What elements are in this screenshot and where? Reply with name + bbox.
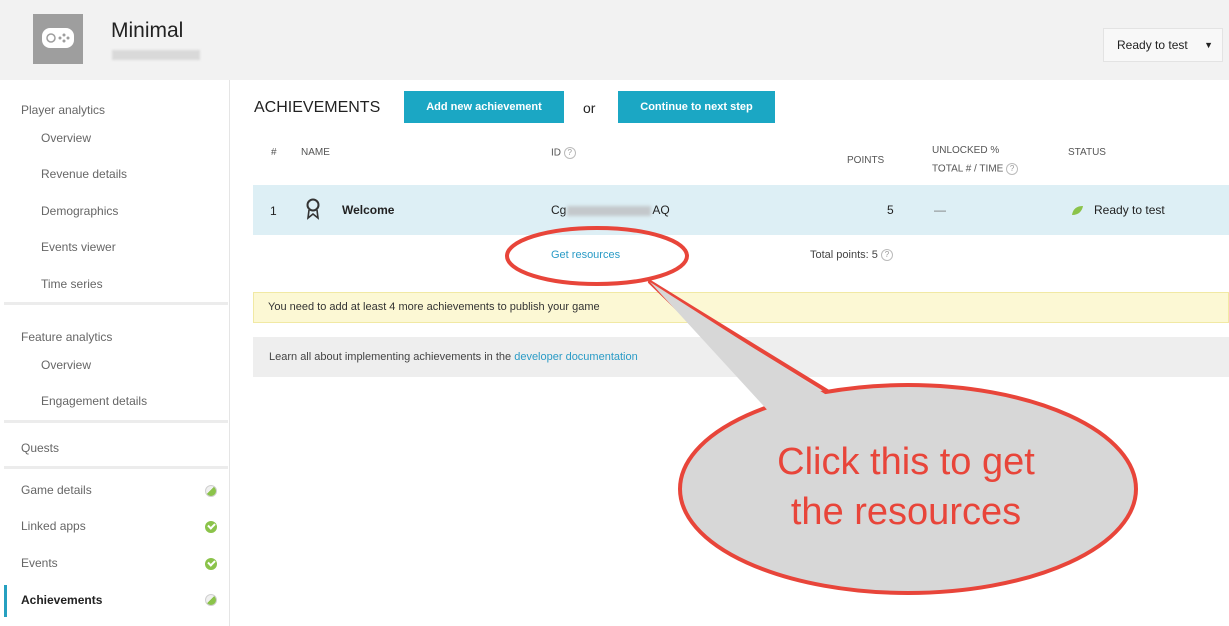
callout-line-2: the resources (790, 491, 1022, 533)
callout-line-1: Click this to get (777, 441, 1035, 483)
callout-text: Click this to get the resources (700, 437, 1112, 537)
